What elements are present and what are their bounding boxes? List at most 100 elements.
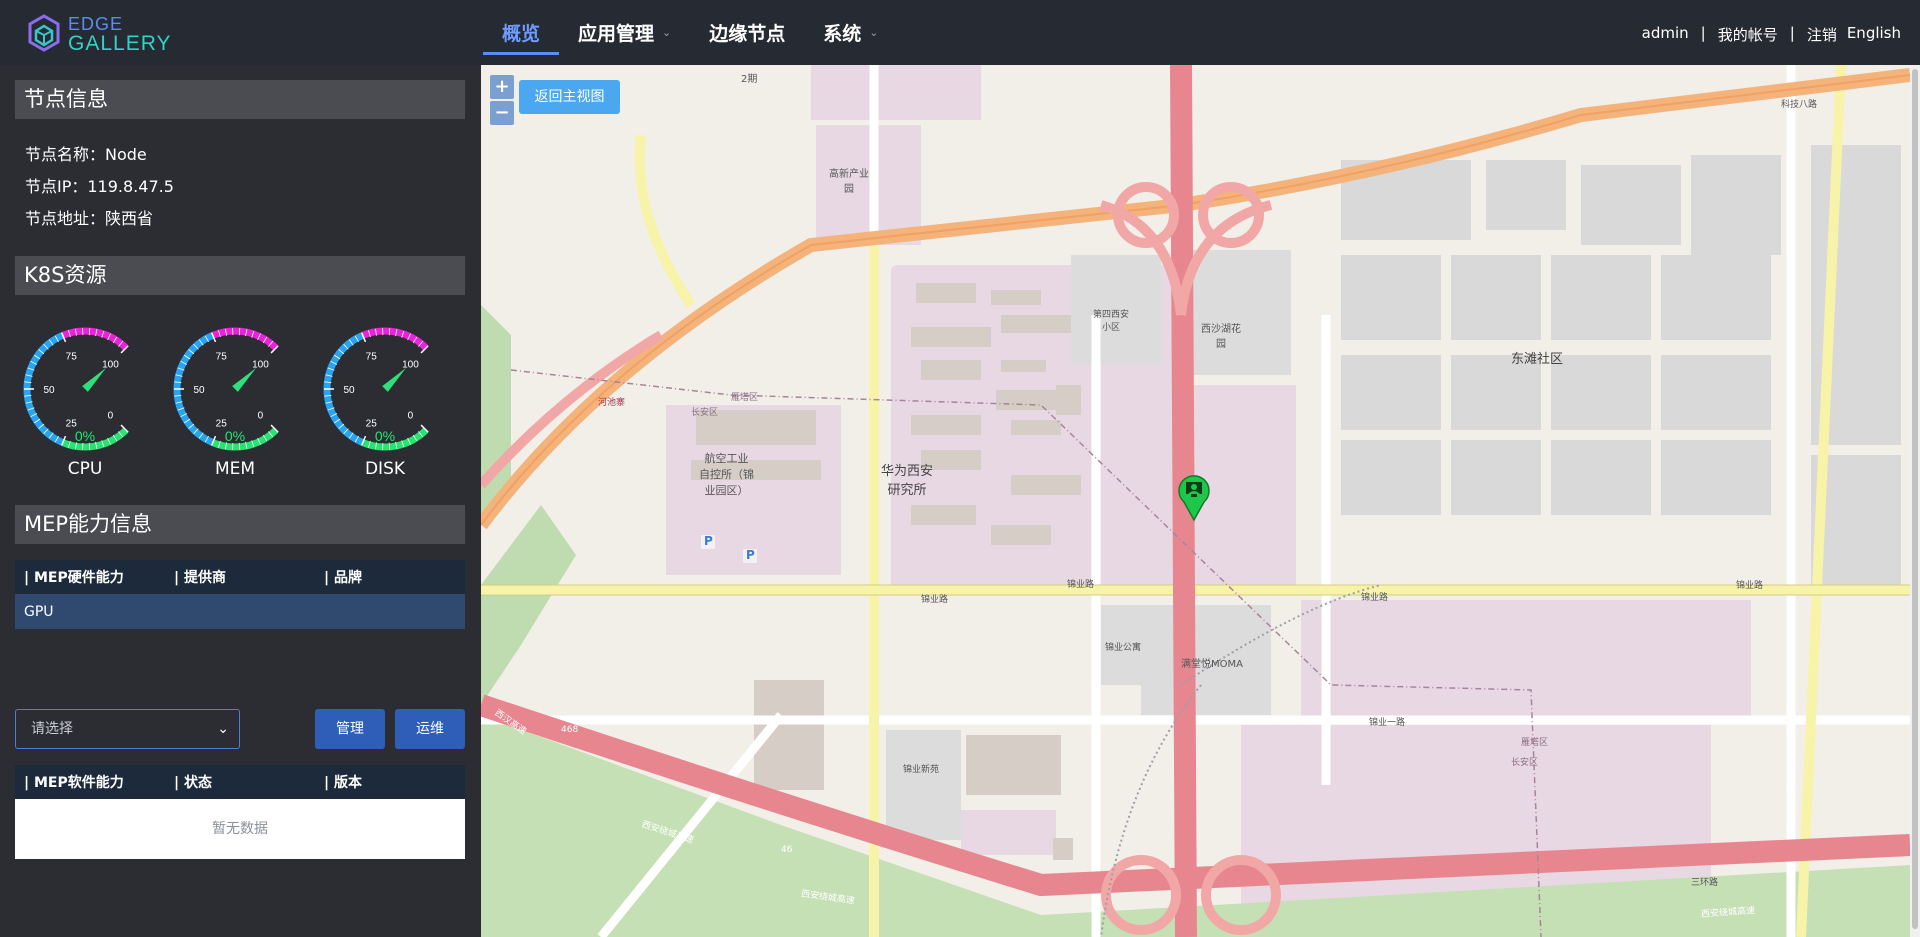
- disk-gauge-label: DISK: [364, 459, 406, 479]
- table-header: | MEP软件能力 | 状态 | 版本: [15, 765, 465, 799]
- cpu-gauge-label: CPU: [67, 459, 103, 479]
- zoom-control: + −: [490, 75, 514, 125]
- zoom-in-button[interactable]: +: [490, 75, 514, 99]
- node-ip-value: 119.8.47.5: [87, 177, 174, 196]
- nav-app-management[interactable]: 应用管理 ⌄: [559, 0, 690, 65]
- chevron-down-icon: ⌄: [869, 26, 879, 39]
- map-label-r46: 46: [781, 845, 793, 855]
- gauge-needle: [232, 367, 257, 392]
- empty-state: 暂无数据: [15, 799, 465, 859]
- gauge-tick-label: 0: [258, 410, 264, 421]
- map-label-jinye-1: 锦业一路: [1369, 718, 1406, 728]
- gauge-tick-label: 75: [216, 352, 228, 363]
- header-sw-capability: | MEP软件能力: [24, 775, 124, 791]
- map-label-dongtan: 东滩社区: [1511, 352, 1564, 367]
- node-address-line: 节点地址：陕西省: [25, 205, 153, 229]
- gauge-tick-label: 100: [252, 360, 269, 371]
- zoom-out-button[interactable]: −: [490, 101, 514, 125]
- nav-system[interactable]: 系统 ⌄: [804, 0, 897, 65]
- logo-text-line1: EDGE: [68, 14, 124, 34]
- table-row[interactable]: GPU: [15, 594, 465, 629]
- gauge-tick-label: 100: [102, 360, 119, 371]
- cell-hw-capability: GPU: [24, 603, 54, 620]
- gauge-percent-value: 0%: [225, 428, 245, 444]
- manage-button[interactable]: 管理: [315, 709, 385, 749]
- gauge-tick-label: 50: [343, 385, 355, 396]
- node-name-value: Node: [105, 145, 147, 164]
- my-account-link[interactable]: 我的帐号: [1718, 24, 1778, 45]
- map-label-huawei: 华为西安 研究所: [881, 464, 934, 498]
- map-label-jinye-gongyu: 锦业公寓: [1105, 643, 1142, 653]
- cube-logo-icon: [28, 14, 60, 52]
- left-panel: 节点信息 节点名称：Node 节点IP：119.8.47.5 节点地址：陕西省 …: [0, 65, 481, 937]
- header-brand: | 品牌: [324, 570, 362, 586]
- map-label-r468: 468: [561, 725, 579, 735]
- nav-edge-nodes-label: 边缘节点: [709, 23, 786, 45]
- node-info-title: 节点信息: [15, 80, 465, 119]
- mem-gauge-label: MEM: [214, 459, 256, 479]
- node-ip-label: 节点IP：: [25, 177, 88, 196]
- gauge-percent-value: 0%: [75, 428, 95, 444]
- map-label-sanhuan: 三环路: [1691, 878, 1719, 888]
- chevron-down-icon: ⌄: [662, 26, 672, 39]
- map-label-jinye-road-3: 锦业路: [1361, 593, 1389, 603]
- gauge-needle: [82, 367, 107, 392]
- node-address-value: 陕西省: [105, 209, 154, 228]
- gauge-tick: [238, 328, 241, 336]
- map-label-changan-2: 长安区: [1511, 758, 1539, 768]
- nav-overview[interactable]: 概览: [483, 0, 560, 65]
- main-nav: 概览 应用管理 ⌄ 边缘节点 系统 ⌄: [483, 0, 898, 65]
- separator: |: [1700, 24, 1706, 42]
- map-view[interactable]: 华为西安 研究所 航空工业 自控所（锦 业园区） 东滩社区 高新产业 园 西沙湖…: [481, 65, 1910, 937]
- edge-gallery-logo[interactable]: EDGE GALLERY: [28, 12, 188, 56]
- gauge-tick: [388, 328, 391, 336]
- ops-button[interactable]: 运维: [395, 709, 465, 749]
- map-label-jinye-road-2: 锦业路: [1067, 580, 1095, 590]
- disk-gauge: 0 25 50 75 100 0% DISK: [315, 321, 455, 491]
- map-label-aviation: 航空工业 自控所（锦 业园区）: [699, 452, 754, 497]
- nav-system-label: 系统: [823, 23, 862, 45]
- gauge-tick-label: 50: [43, 385, 55, 396]
- chevron-down-icon: ⌄: [217, 721, 229, 737]
- return-home-view-button[interactable]: 返回主视图: [519, 80, 620, 114]
- scrollbar-thumb[interactable]: [1912, 69, 1918, 929]
- k8s-resources-title: K8S资源: [15, 256, 465, 295]
- map-label-xisha: 西沙湖花 园: [1201, 324, 1241, 350]
- map-label-yanta: 雁塔区: [731, 393, 759, 403]
- parking-icon: P: [704, 534, 713, 548]
- header-provider: | 提供商: [174, 570, 226, 586]
- node-name-line: 节点名称：Node: [25, 141, 147, 165]
- page-scrollbar[interactable]: [1910, 65, 1920, 937]
- capability-select[interactable]: 请选择 ⌄: [15, 709, 240, 749]
- k8s-gauges: 0 25 50 75 100 0% CPU 0 25 50 75 100 0% MEM 0 25 50 7…: [15, 321, 465, 491]
- map-label-yanta-2: 雁塔区: [1521, 738, 1549, 748]
- gauge-tick-label: 50: [193, 385, 205, 396]
- gauge-tick-label: 100: [402, 360, 419, 371]
- logo-text-line2: GALLERY: [68, 32, 172, 55]
- language-switch-link[interactable]: English: [1847, 24, 1901, 45]
- gauge-arc-segment: [361, 327, 429, 351]
- map-label-jinye-xinyuan: 锦业新苑: [903, 765, 940, 775]
- map-label-moma: 满堂悦MOMA: [1181, 659, 1243, 670]
- table-header: | MEP硬件能力 | 提供商 | 品牌: [15, 560, 465, 594]
- map-label-changan: 长安区: [691, 408, 719, 418]
- logout-link[interactable]: 注销: [1807, 24, 1837, 45]
- gauge-percent-value: 0%: [375, 428, 395, 444]
- nav-overview-label: 概览: [502, 23, 541, 45]
- map-label-phase2: 2期: [741, 74, 758, 85]
- username-link[interactable]: admin: [1642, 24, 1689, 45]
- map-label-jinye-road: 锦业路: [921, 595, 949, 605]
- gauge-tick-label: 0: [108, 410, 114, 421]
- gauge-tick-label: 0: [408, 410, 414, 421]
- top-navigation-bar: EDGE GALLERY 概览 应用管理 ⌄ 边缘节点 系统 ⌄ admin |…: [0, 0, 1920, 65]
- nav-edge-nodes[interactable]: 边缘节点: [690, 0, 804, 65]
- separator: |: [1789, 24, 1795, 42]
- node-address-label: 节点地址：: [25, 209, 106, 228]
- node-ip-line: 节点IP：119.8.47.5: [25, 173, 174, 197]
- node-location-marker-icon[interactable]: [1174, 472, 1214, 522]
- header-hw-capability: | MEP硬件能力: [24, 570, 124, 586]
- nav-app-management-label: 应用管理: [578, 23, 655, 45]
- gauge-arc-segment: [61, 327, 129, 351]
- parking-icon: P: [746, 548, 755, 562]
- gauge-tick: [88, 328, 91, 336]
